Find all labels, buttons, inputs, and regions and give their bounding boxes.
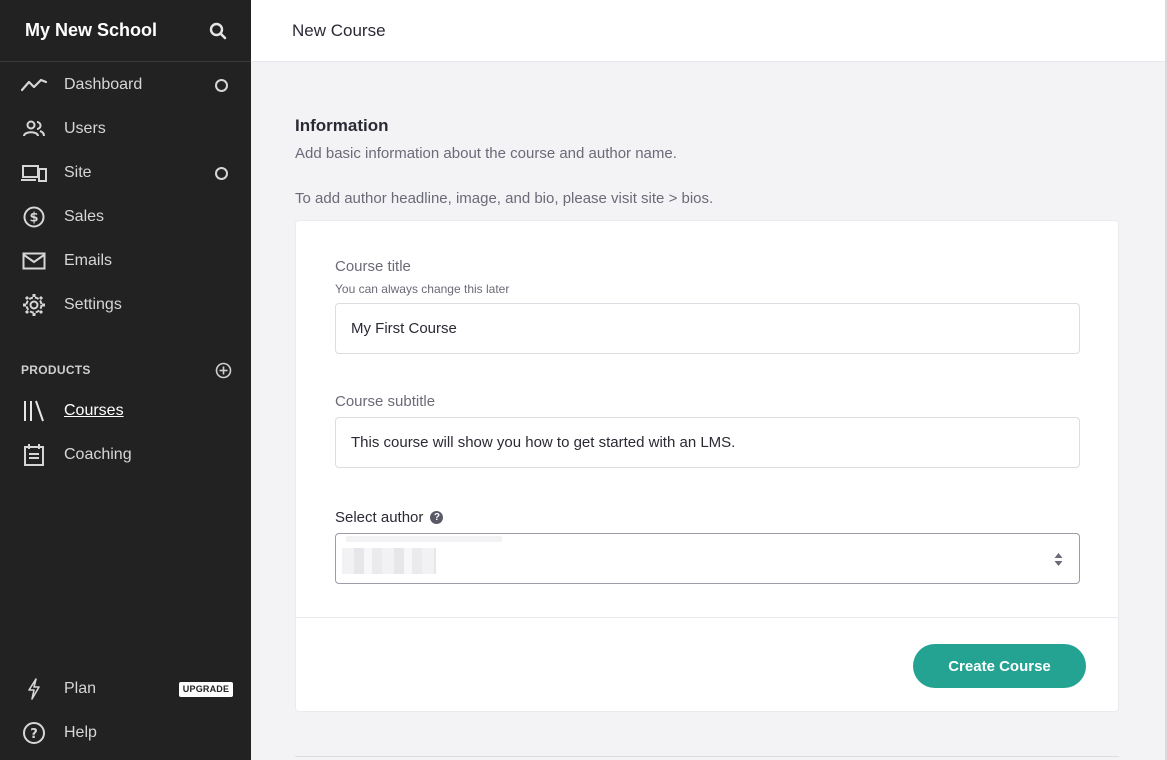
products-section-title: PRODUCTS <box>21 363 91 377</box>
select-arrows-icon <box>1054 552 1063 567</box>
sidebar-item-label: Dashboard <box>64 76 143 93</box>
section-description: Add basic information about the course a… <box>295 145 677 162</box>
sidebar-item-sales[interactable]: $ Sales <box>0 197 251 237</box>
school-name[interactable]: My New School <box>25 20 157 41</box>
search-icon[interactable] <box>207 20 229 42</box>
sidebar-item-label: Courses <box>64 402 124 419</box>
sidebar-item-settings[interactable]: Settings <box>0 285 251 325</box>
svg-text:?: ? <box>30 727 38 742</box>
sidebar-item-label: Plan <box>64 680 97 697</box>
course-subtitle-input[interactable] <box>335 417 1080 468</box>
calendar-icon <box>21 442 47 468</box>
sidebar-item-emails[interactable]: Emails <box>0 241 251 281</box>
sidebar-item-users[interactable]: Users <box>0 109 251 149</box>
sidebar-item-label: Help <box>64 724 97 741</box>
select-author-text: Select author <box>335 509 424 526</box>
sidebar-item-site[interactable]: Site <box>0 153 251 193</box>
lightning-icon <box>21 676 47 702</box>
status-circle-icon <box>215 78 228 92</box>
sidebar-item-plan[interactable]: Plan UPGRADE <box>0 669 251 709</box>
course-title-hint: You can always change this later <box>335 282 510 296</box>
library-icon <box>21 398 47 424</box>
course-subtitle-label: Course subtitle <box>335 393 436 410</box>
course-title-label: Course title <box>335 258 411 275</box>
sidebar-item-coaching[interactable]: Coaching <box>0 435 251 475</box>
section-note: To add author headline, image, and bio, … <box>295 190 714 207</box>
bottom-divider <box>295 756 1119 757</box>
gear-icon <box>21 292 47 318</box>
sidebar-item-label: Emails <box>64 252 113 269</box>
sidebar-item-dashboard[interactable]: Dashboard <box>0 65 251 105</box>
sidebar: My New School Dashboard Users Site $ Sal… <box>0 0 251 760</box>
course-title-input[interactable] <box>335 303 1080 354</box>
upgrade-badge[interactable]: UPGRADE <box>179 681 233 697</box>
help-icon[interactable]: ? <box>430 511 444 524</box>
sidebar-item-label: Settings <box>64 296 122 313</box>
sidebar-item-label: Users <box>64 120 106 137</box>
sidebar-item-label: Site <box>64 164 92 181</box>
page-title: New Course <box>292 20 386 40</box>
redacted-value <box>346 536 502 542</box>
top-bar: New Course <box>251 0 1167 62</box>
devices-icon <box>21 160 47 186</box>
sidebar-item-help[interactable]: ? Help <box>0 713 251 753</box>
add-product-icon[interactable] <box>215 362 232 379</box>
chart-line-icon <box>21 72 47 98</box>
course-form-card: Course title You can always change this … <box>295 220 1119 712</box>
question-icon: ? <box>21 720 47 746</box>
sidebar-item-label: Sales <box>64 208 105 225</box>
mail-icon <box>21 248 47 274</box>
sidebar-item-courses[interactable]: Courses <box>0 391 251 431</box>
status-circle-icon <box>215 166 228 180</box>
form-divider <box>296 617 1118 618</box>
dollar-icon: $ <box>21 204 47 230</box>
select-author-label: Select author ? <box>335 509 444 526</box>
author-select[interactable] <box>335 533 1080 584</box>
section-title: Information <box>295 116 389 135</box>
sidebar-item-label: Coaching <box>64 446 132 463</box>
create-course-button[interactable]: Create Course <box>913 644 1086 688</box>
svg-text:$: $ <box>29 211 38 226</box>
redacted-author-value <box>342 548 436 574</box>
sidebar-header: My New School <box>0 0 251 62</box>
users-icon <box>21 116 47 142</box>
